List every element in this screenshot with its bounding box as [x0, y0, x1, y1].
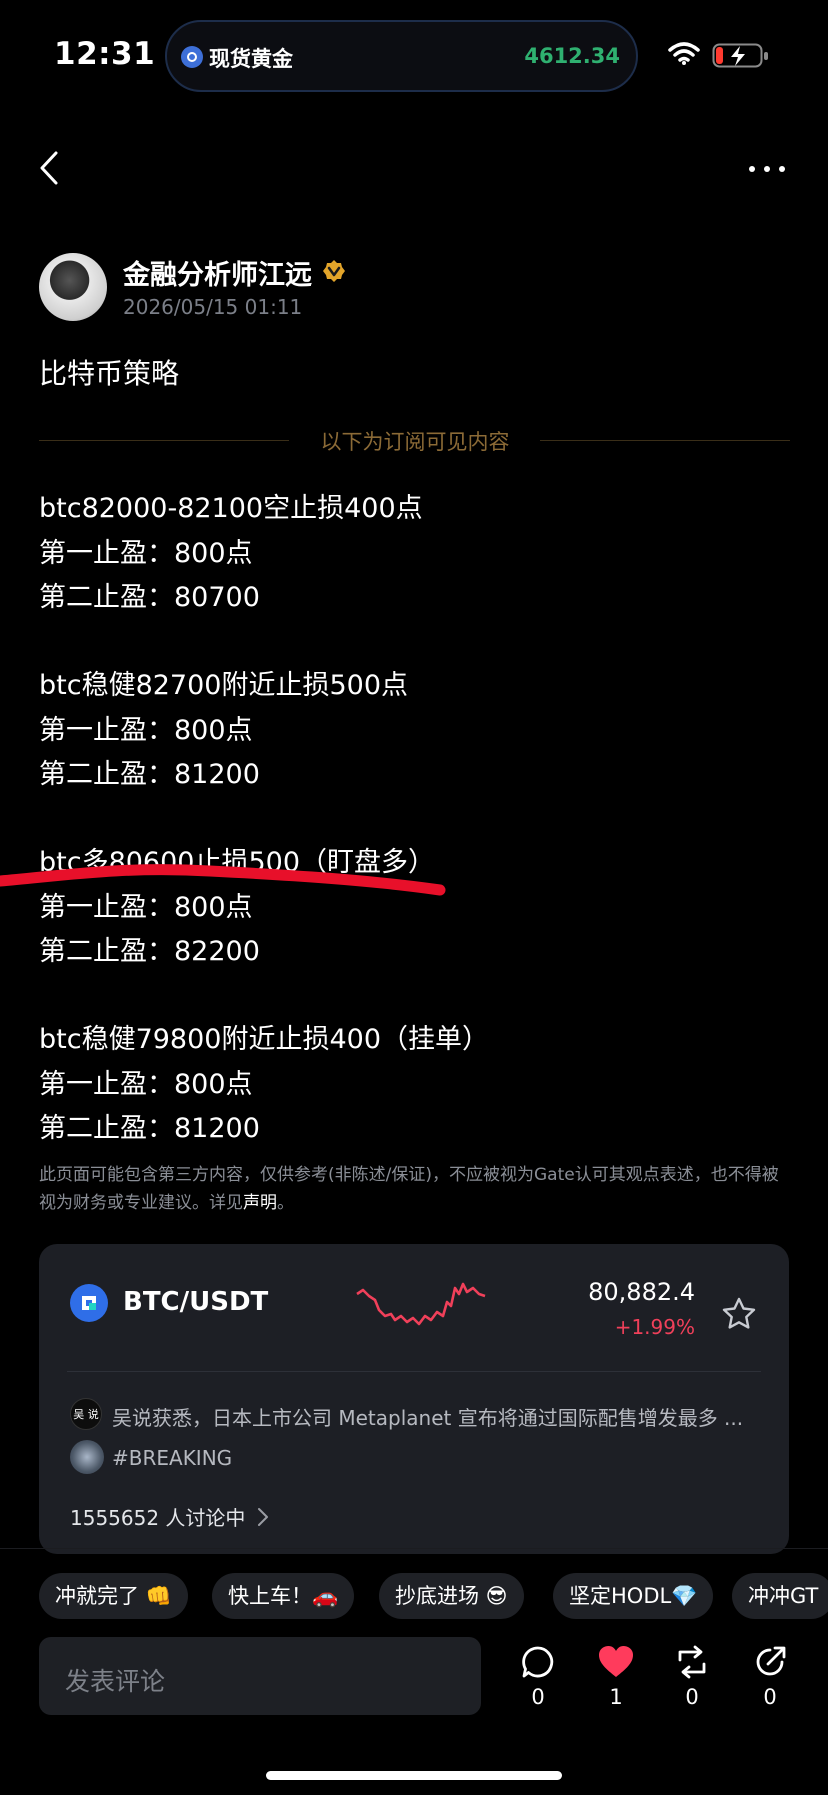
price-sparkline [356, 1282, 486, 1326]
news-headline[interactable]: 吴说获悉，日本上市公司 Metaplanet 宣布将通过国际配售增发最多 ... [112, 1402, 752, 1431]
comment-icon [522, 1646, 554, 1678]
status-time: 12:31 [54, 36, 156, 72]
divider-left [39, 440, 289, 441]
home-indicator[interactable] [266, 1771, 562, 1780]
quick-reply-chip[interactable]: 冲就完了 👊 [39, 1573, 188, 1619]
quick-reply-chip[interactable]: 抄底进场 😎 [379, 1573, 524, 1619]
tag-avatar [70, 1440, 104, 1474]
share-icon [756, 1646, 786, 1676]
ticker-logo-icon [181, 46, 203, 68]
discussion-count[interactable]: 1555652 人讨论中 [70, 1502, 245, 1531]
more-options-icon[interactable] [748, 165, 786, 173]
favorite-star-icon[interactable] [722, 1297, 756, 1329]
share-action[interactable]: 0 [748, 1644, 792, 1709]
trading-pair: BTC/USDT [123, 1287, 269, 1317]
post-line: 第一止盈：800点 [39, 538, 253, 569]
post-line: 第一止盈：800点 [39, 1069, 253, 1100]
dynamic-island-ticker[interactable]: 现货黄金 4612.34 [165, 20, 638, 92]
share-count: 0 [763, 1685, 777, 1709]
ticker-change: +1.99% [614, 1315, 695, 1339]
island-asset-value: 4612.34 [524, 44, 620, 68]
like-count: 1 [609, 1685, 623, 1709]
post-line: 第二止盈：80700 [39, 582, 260, 613]
repost-count: 0 [685, 1685, 699, 1709]
like-action[interactable]: 1 [594, 1644, 638, 1709]
comment-count: 0 [531, 1685, 545, 1709]
post-line: 第一止盈：800点 [39, 715, 253, 746]
news-tag[interactable]: #BREAKING [112, 1446, 232, 1470]
island-asset-label: 现货黄金 [209, 47, 293, 71]
divider-right [540, 440, 790, 441]
quick-reply-chip[interactable]: 坚定HODL💎 [553, 1573, 714, 1619]
disclaimer-link[interactable]: 声明 [243, 1193, 277, 1213]
quick-reply-chip[interactable]: 冲冲GT [732, 1573, 828, 1619]
comment-input[interactable]: 发表评论 [39, 1637, 481, 1715]
post-line: 第二止盈：82200 [39, 936, 260, 967]
repost-action[interactable]: 0 [670, 1644, 714, 1709]
comment-placeholder: 发表评论 [65, 1667, 166, 1696]
post-line: btc稳健82700附近止损500点 [39, 670, 408, 701]
back-icon[interactable] [38, 150, 60, 186]
heart-icon [599, 1646, 633, 1677]
bottom-bar-separator [0, 1548, 828, 1549]
exchange-logo-icon [70, 1284, 108, 1322]
subscriber-divider-label: 以下为订阅可见内容 [320, 430, 510, 454]
quick-reply-bar: 冲就完了 👊 快上车！🚗 抄底进场 😎 坚定HODL💎 冲冲GT [39, 1573, 828, 1619]
post-line: btc稳健79800附近止损400（挂单） [39, 1024, 489, 1055]
post-title: 比特币策略 [39, 357, 180, 390]
post-line: 第二止盈：81200 [39, 759, 260, 790]
card-separator [67, 1371, 761, 1372]
verified-badge-icon [323, 260, 345, 282]
author-avatar[interactable] [39, 253, 107, 321]
quick-reply-chip[interactable]: 快上车！🚗 [212, 1573, 355, 1619]
comment-action[interactable]: 0 [516, 1644, 560, 1709]
post-timestamp: 2026/05/15 01:11 [123, 295, 303, 319]
news-source-avatar: 吴 说 [70, 1398, 102, 1430]
ticker-price: 80,882.4 [588, 1278, 695, 1306]
disclaimer-text: 此页面可能包含第三方内容，仅供参考(非陈述/保证)，不应被视为Gate认可其观点… [39, 1165, 779, 1213]
wifi-icon [668, 42, 700, 65]
post-line: 第二止盈：81200 [39, 1113, 260, 1144]
red-highlight-stroke [0, 864, 446, 896]
repost-icon [678, 1645, 706, 1679]
ticker-card[interactable]: BTC/USDT 80,882.4 +1.99% 吴 说 吴说获悉，日本上市公司… [39, 1244, 789, 1554]
post-line: btc82000-82100空止损400点 [39, 493, 423, 524]
author-name[interactable]: 金融分析师江远 [123, 253, 312, 292]
chevron-right-icon[interactable] [257, 1507, 269, 1527]
battery-icon [712, 43, 768, 68]
